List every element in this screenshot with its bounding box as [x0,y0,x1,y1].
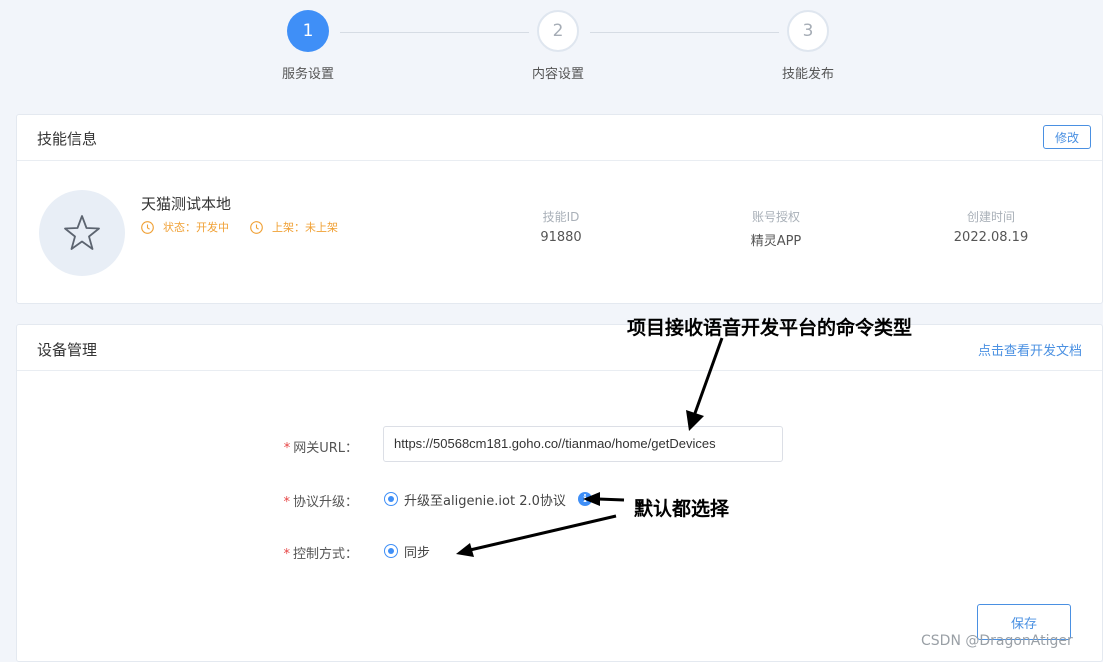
annotation-arrows [456,337,724,557]
arrow-to-protocol [597,497,625,502]
arrow-to-input-head [686,410,704,431]
arrow-to-protocol-head [583,492,600,506]
arrow-to-input [692,337,724,417]
arrow-to-control-head [456,543,474,557]
arrow-to-control [469,514,617,552]
watermark: CSDN @DragonAtiger [921,633,1073,649]
